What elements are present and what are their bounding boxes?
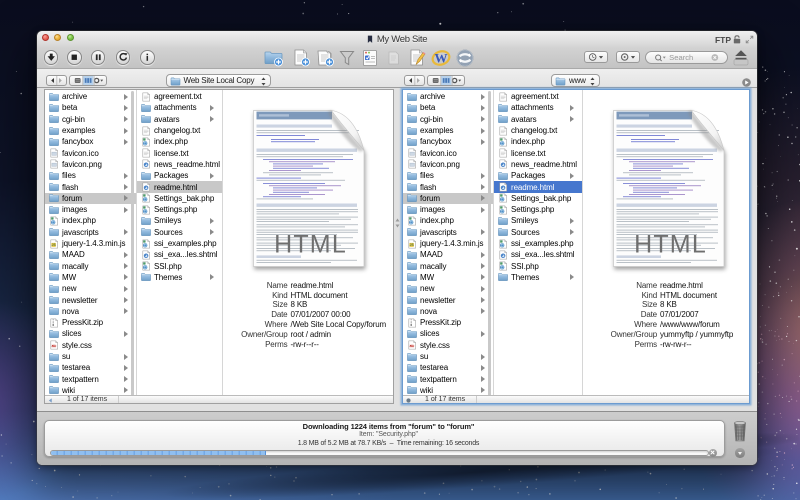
- svg-text:Search: Search: [669, 53, 693, 62]
- svg-text:W: W: [434, 51, 447, 66]
- svg-text:HTML: HTML: [634, 230, 707, 258]
- svg-text:HTML: HTML: [274, 230, 347, 258]
